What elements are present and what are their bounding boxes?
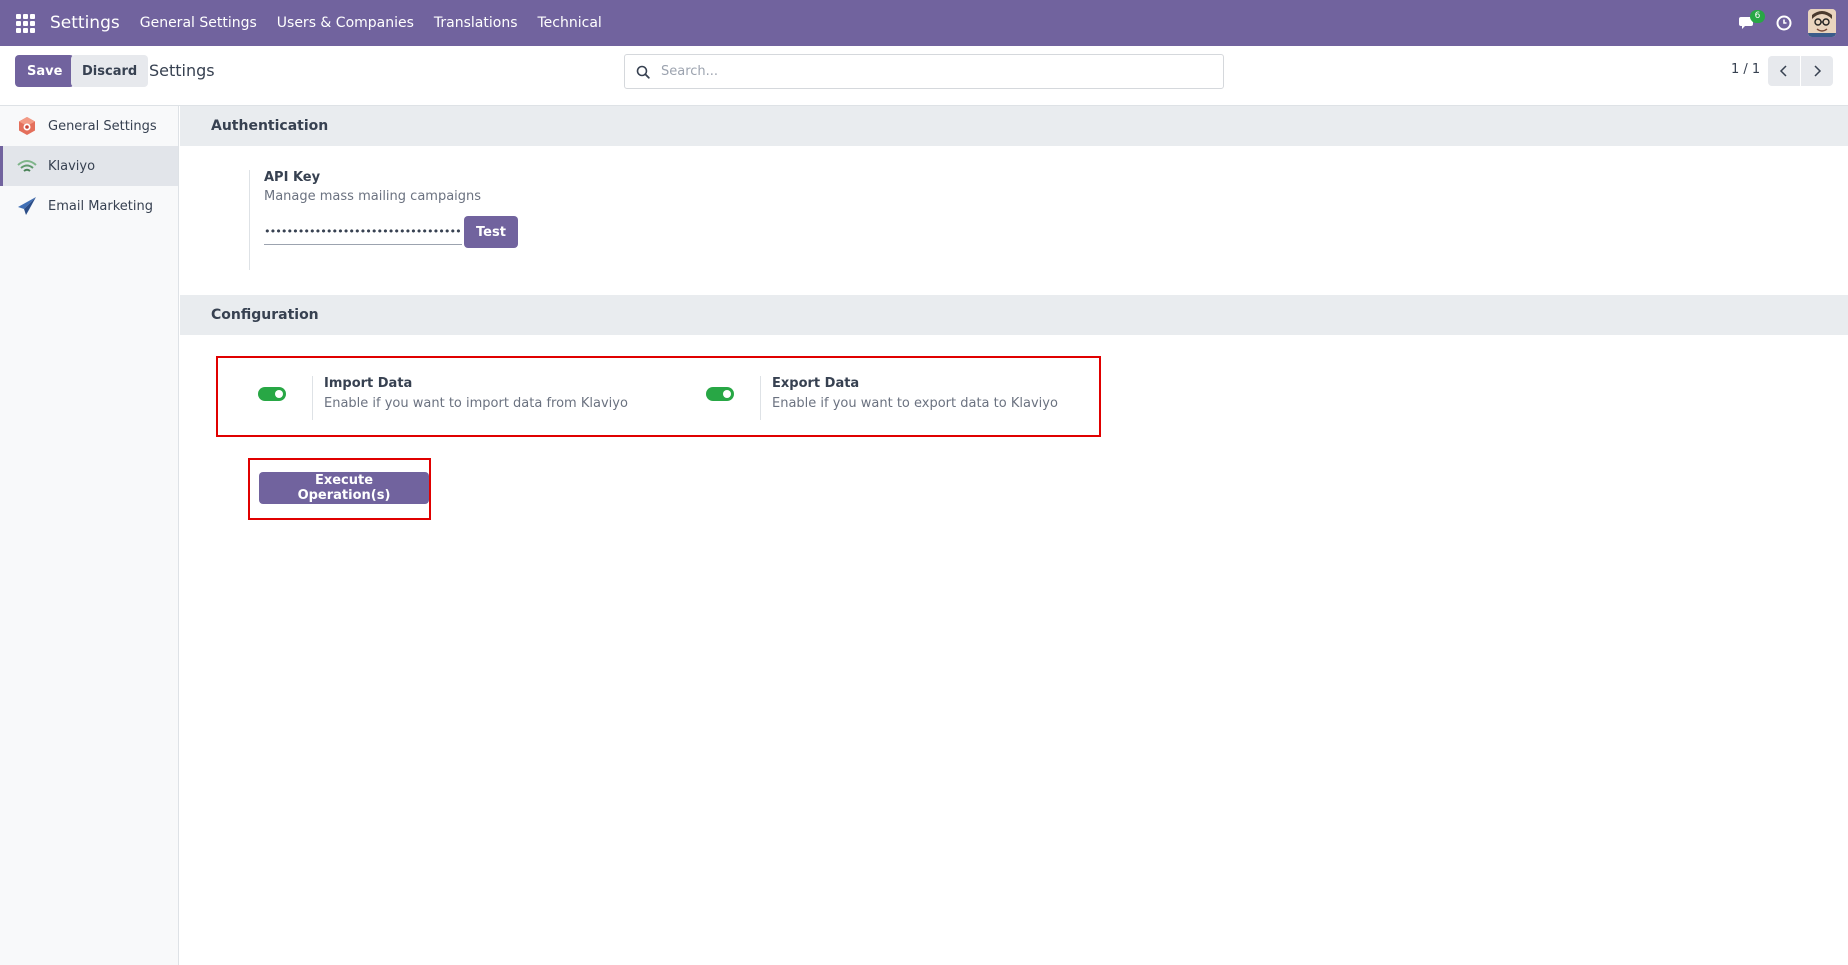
chat-count-badge: 6 — [1750, 10, 1765, 23]
settings-sidebar: General Settings Klaviyo Email Marketing — [0, 106, 179, 965]
top-navbar: Settings General Settings Users & Compan… — [0, 0, 1848, 46]
test-button[interactable]: Test — [464, 216, 518, 248]
api-key-label: API Key — [264, 170, 321, 185]
execute-operations-button[interactable]: Execute Operation(s) — [259, 472, 429, 504]
export-data-label: Export Data — [772, 376, 860, 391]
pager-next-button[interactable] — [1801, 56, 1833, 86]
sidebar-item-klaviyo[interactable]: Klaviyo — [0, 146, 178, 186]
apps-menu-icon[interactable] — [0, 0, 50, 46]
email-marketing-icon — [16, 195, 38, 217]
pager-value[interactable]: 1 / 1 — [1731, 62, 1760, 77]
menu-general-settings[interactable]: General Settings — [140, 15, 257, 31]
api-key-description: Manage mass mailing campaigns — [264, 189, 482, 204]
export-data-setting: Export Data Enable if you want to export… — [706, 376, 1058, 420]
menu-users-companies[interactable]: Users & Companies — [277, 15, 414, 31]
activity-button[interactable] — [1766, 0, 1802, 46]
clock-icon — [1776, 15, 1792, 31]
control-panel: Save Discard Settings 1 / 1 — [0, 46, 1848, 106]
search-bar[interactable] — [624, 54, 1224, 89]
discard-button[interactable]: Discard — [71, 55, 149, 87]
export-data-description: Enable if you want to export data to Kla… — [772, 396, 1058, 411]
general-settings-icon — [16, 115, 38, 137]
sidebar-item-label: General Settings — [48, 118, 157, 134]
section-header-authentication: Authentication — [180, 106, 1848, 146]
sidebar-item-general-settings[interactable]: General Settings — [0, 106, 178, 146]
import-data-label: Import Data — [324, 376, 413, 391]
execute-highlight: Execute Operation(s) — [248, 458, 431, 520]
page-title: Settings — [149, 61, 215, 80]
api-key-input[interactable] — [264, 219, 462, 245]
klaviyo-icon — [16, 155, 38, 177]
export-data-toggle[interactable] — [706, 387, 734, 401]
import-data-setting: Import Data Enable if you want to import… — [258, 376, 628, 420]
sidebar-item-email-marketing[interactable]: Email Marketing — [0, 186, 178, 226]
menu-translations[interactable]: Translations — [434, 15, 518, 31]
sidebar-item-label: Klaviyo — [48, 158, 96, 174]
chevron-left-icon — [1779, 65, 1787, 77]
search-icon — [625, 55, 661, 88]
api-key-setting: API Key Manage mass mailing campaigns Te… — [249, 170, 518, 270]
section-header-configuration: Configuration — [180, 295, 1848, 335]
import-data-description: Enable if you want to import data from K… — [324, 396, 628, 411]
settings-main: Authentication API Key Manage mass maili… — [180, 106, 1848, 965]
user-avatar[interactable] — [1808, 9, 1836, 37]
app-brand[interactable]: Settings — [50, 13, 120, 33]
discuss-button[interactable]: 6 — [1730, 0, 1766, 46]
pager-previous-button[interactable] — [1768, 56, 1800, 86]
data-options-highlight: Import Data Enable if you want to import… — [216, 356, 1101, 437]
chevron-right-icon — [1814, 65, 1822, 77]
sidebar-item-label: Email Marketing — [48, 198, 153, 214]
save-button[interactable]: Save — [15, 55, 75, 87]
menu-technical[interactable]: Technical — [538, 15, 602, 31]
import-data-toggle[interactable] — [258, 387, 286, 401]
search-input[interactable] — [661, 64, 1201, 79]
